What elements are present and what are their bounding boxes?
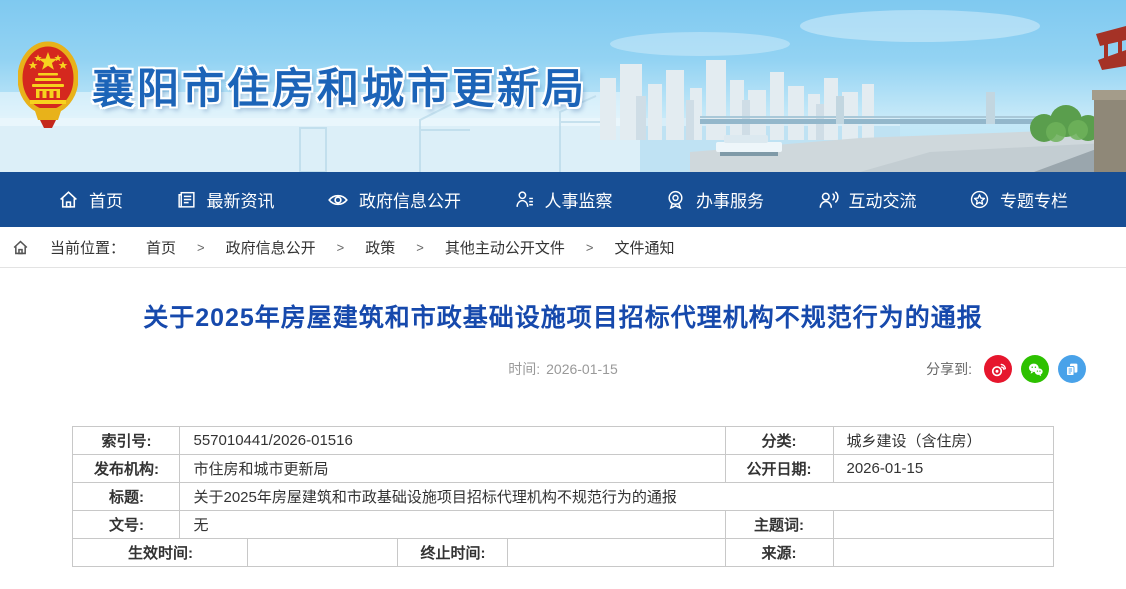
nav-item-gov-info[interactable]: 政府信息公开 — [327, 187, 461, 212]
source-value — [833, 539, 1053, 567]
keywords-value — [833, 511, 1053, 539]
nav-item-label: 互动交流 — [849, 187, 917, 212]
table-row: 生效时间: 终止时间: 来源: — [73, 539, 1053, 567]
breadcrumb-item-policy[interactable]: 政策 — [365, 237, 395, 258]
nav-item-label: 办事服务 — [696, 187, 764, 212]
category-value: 城乡建设（含住房） — [833, 427, 1053, 455]
nav-item-label: 最新资讯 — [207, 187, 275, 212]
title-value: 关于2025年房屋建筑和市政基础设施项目招标代理机构不规范行为的通报 — [180, 483, 1053, 511]
breadcrumb-separator: > — [416, 240, 424, 255]
table-row: 文号: 无 主题词: — [73, 511, 1053, 539]
effective-date-label: 生效时间: — [73, 539, 248, 567]
nav-item-label: 人事监察 — [545, 187, 613, 212]
table-row: 标题: 关于2025年房屋建筑和市政基础设施项目招标代理机构不规范行为的通报 — [73, 483, 1053, 511]
breadcrumb-separator: > — [337, 240, 345, 255]
person-icon — [514, 189, 535, 210]
terminate-date-label: 终止时间: — [398, 539, 508, 567]
star-icon — [969, 189, 990, 210]
publish-date-value: 2026-01-15 — [833, 455, 1053, 483]
breadcrumb-item-gov-info[interactable]: 政府信息公开 — [226, 237, 316, 258]
time-label: 时间: — [508, 361, 540, 377]
category-label: 分类: — [725, 427, 833, 455]
publisher-label: 发布机构: — [73, 455, 180, 483]
badge-icon — [665, 189, 686, 210]
nav-item-home[interactable]: 首页 — [58, 187, 123, 212]
time-value: 2026-01-15 — [546, 361, 618, 377]
breadcrumb-separator: > — [197, 240, 205, 255]
table-row: 索引号: 557010441/2026-01516 分类: 城乡建设（含住房） — [73, 427, 1053, 455]
doc-number-label: 文号: — [73, 511, 180, 539]
weibo-share-icon[interactable] — [984, 355, 1012, 383]
nav-item-personnel[interactable]: 人事监察 — [514, 187, 613, 212]
article-meta-row: 时间: 2026-01-15 分享到: — [0, 354, 1126, 384]
nav-item-label: 首页 — [89, 187, 123, 212]
site-brand: 襄阳市住房和城市更新局 — [18, 40, 587, 130]
copylink-share-icon[interactable] — [1058, 355, 1086, 383]
breadcrumb-prefix: 当前位置： — [50, 237, 125, 258]
table-row: 发布机构: 市住房和城市更新局 公开日期: 2026-01-15 — [73, 455, 1053, 483]
news-icon — [176, 189, 197, 210]
index-number-label: 索引号: — [73, 427, 180, 455]
wechat-share-icon[interactable] — [1021, 355, 1049, 383]
breadcrumb-separator: > — [586, 240, 594, 255]
chat-icon — [817, 189, 839, 211]
site-title: 襄阳市住房和城市更新局 — [92, 55, 587, 116]
nav-item-news[interactable]: 最新资讯 — [176, 187, 275, 212]
source-label: 来源: — [725, 539, 833, 567]
title-label: 标题: — [73, 483, 180, 511]
breadcrumb-item-home[interactable]: 首页 — [146, 237, 176, 258]
effective-date-value — [248, 539, 398, 567]
doc-number-value: 无 — [180, 511, 725, 539]
breadcrumb-item-doc-notice[interactable]: 文件通知 — [614, 237, 674, 258]
national-emblem-icon — [18, 40, 78, 130]
home-icon — [58, 189, 79, 210]
nav-item-label: 政府信息公开 — [359, 187, 461, 212]
share-label: 分享到: — [926, 359, 972, 379]
index-number-value: 557010441/2026-01516 — [180, 427, 725, 455]
terminate-date-value — [508, 539, 725, 567]
publish-date-label: 公开日期: — [725, 455, 833, 483]
nav-item-label: 专题专栏 — [1000, 187, 1068, 212]
main-nav: 首页 最新资讯 政府信息公开 人事监察 办事服务 — [0, 172, 1126, 227]
article-title: 关于2025年房屋建筑和市政基础设施项目招标代理机构不规范行为的通报 — [0, 298, 1126, 334]
nav-item-services[interactable]: 办事服务 — [665, 187, 764, 212]
share-bar: 分享到: — [926, 354, 1086, 384]
publisher-value: 市住房和城市更新局 — [180, 455, 725, 483]
site-banner: 襄阳市住房和城市更新局 — [0, 0, 1126, 172]
nav-item-interaction[interactable]: 互动交流 — [817, 187, 917, 212]
article-content: 关于2025年房屋建筑和市政基础设施项目招标代理机构不规范行为的通报 时间: 20… — [0, 268, 1126, 567]
breadcrumb: 当前位置： 首页 > 政府信息公开 > 政策 > 其他主动公开文件 > 文件通知 — [0, 227, 1126, 268]
keywords-label: 主题词: — [725, 511, 833, 539]
eye-icon — [327, 189, 349, 211]
document-meta-table: 索引号: 557010441/2026-01516 分类: 城乡建设（含住房） … — [72, 426, 1053, 567]
nav-item-topics[interactable]: 专题专栏 — [969, 187, 1068, 212]
breadcrumb-home-icon — [12, 239, 29, 256]
page: 襄阳市住房和城市更新局 首页 最新资讯 政府信息公开 人事监察 — [0, 0, 1126, 589]
breadcrumb-item-other-public-docs[interactable]: 其他主动公开文件 — [445, 237, 565, 258]
